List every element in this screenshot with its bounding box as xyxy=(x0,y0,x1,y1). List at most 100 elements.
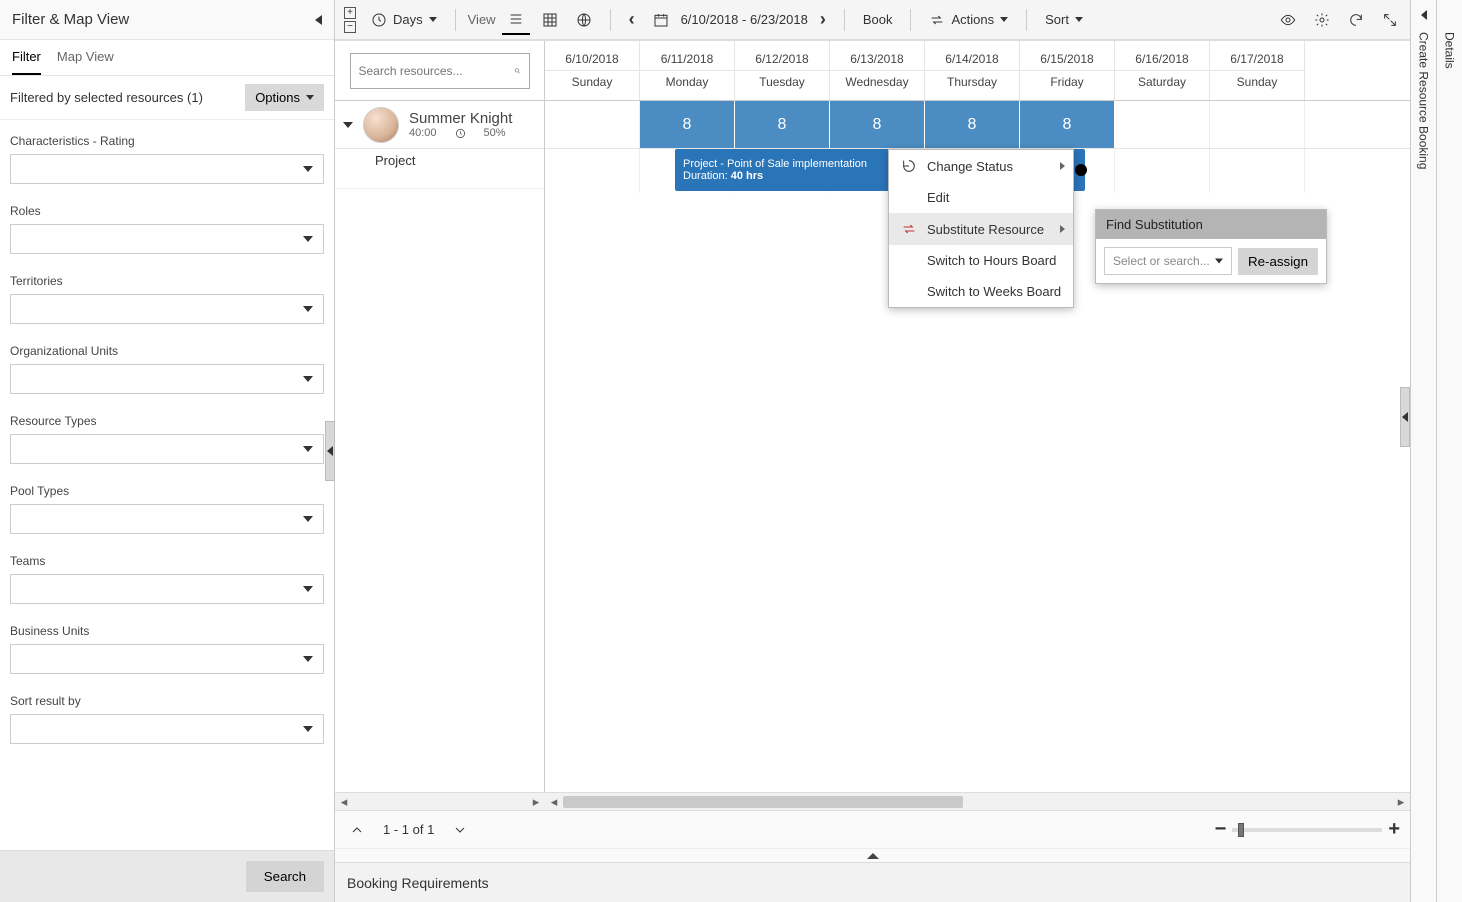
menu-switch-weeks[interactable]: Switch to Weeks Board xyxy=(889,276,1073,307)
schedule-board: Summer Knight 40:00 50% Project 6/10/201… xyxy=(335,40,1410,792)
dow: Saturday xyxy=(1115,70,1209,89)
view-list-button[interactable] xyxy=(502,5,530,35)
gear-icon xyxy=(1314,12,1330,28)
resource-row[interactable]: Summer Knight 40:00 50% xyxy=(335,101,544,149)
reassign-button[interactable]: Re-assign xyxy=(1238,248,1318,275)
book-label: Book xyxy=(863,12,893,27)
filter-label: Territories xyxy=(10,274,324,288)
date-header: 6/10/2018Sunday 6/11/2018Monday 6/12/201… xyxy=(545,41,1410,101)
dow: Monday xyxy=(640,70,734,89)
filter-select-business-units[interactable] xyxy=(10,644,324,674)
hours-cell[interactable] xyxy=(545,101,640,148)
date: 6/13/2018 xyxy=(850,52,903,66)
tab-filter[interactable]: Filter xyxy=(12,40,41,75)
scroll-left-icon[interactable]: ◂ xyxy=(335,793,353,811)
tab-map-view[interactable]: Map View xyxy=(57,40,114,75)
scroll-right-icon[interactable]: ▸ xyxy=(1392,793,1410,811)
visibility-button[interactable] xyxy=(1274,6,1302,34)
filter-select-pool-types[interactable] xyxy=(10,504,324,534)
search-resources-input[interactable] xyxy=(350,53,530,89)
dow: Thursday xyxy=(925,70,1019,89)
filter-select-characteristics[interactable] xyxy=(10,154,324,184)
expand-icon xyxy=(1382,12,1398,28)
collapse-all-icon: − xyxy=(344,21,356,33)
filter-select-roles[interactable] xyxy=(10,224,324,254)
filter-footer: Search xyxy=(0,850,334,902)
search-button[interactable]: Search xyxy=(246,861,324,892)
pager-prev[interactable] xyxy=(345,818,369,842)
menu-edit[interactable]: Edit xyxy=(889,182,1073,213)
hours-cell[interactable] xyxy=(1115,101,1210,148)
resource-search xyxy=(335,41,544,101)
expand-collapse-stack[interactable]: + − xyxy=(341,4,359,36)
fullscreen-button[interactable] xyxy=(1376,6,1404,34)
menu-switch-hours[interactable]: Switch to Hours Board xyxy=(889,245,1073,276)
resource-info: Summer Knight 40:00 50% xyxy=(409,110,512,139)
right-collapse-handle[interactable] xyxy=(1400,387,1410,447)
hours-cell[interactable]: 8 xyxy=(830,101,925,148)
bar-handle-icon[interactable] xyxy=(1075,164,1087,176)
details-rail[interactable]: Details xyxy=(1436,0,1462,902)
dow: Sunday xyxy=(545,70,639,89)
filter-select-territories[interactable] xyxy=(10,294,324,324)
zoom-out-button[interactable]: − xyxy=(1215,818,1227,841)
expand-all-icon: + xyxy=(344,7,356,19)
sort-button[interactable]: Sort xyxy=(1039,8,1089,31)
separator xyxy=(455,9,456,31)
chevron-left-icon xyxy=(1402,412,1408,422)
date: 6/15/2018 xyxy=(1040,52,1093,66)
caret-down-icon xyxy=(429,17,437,22)
date-range: 6/10/2018 - 6/23/2018 xyxy=(681,12,808,27)
hscroll-grid[interactable]: ◂ ▸ xyxy=(545,792,1410,810)
actions-button[interactable]: Actions xyxy=(923,8,1014,32)
booking-requirements-bar[interactable]: Booking Requirements xyxy=(335,862,1410,902)
collapse-left-icon[interactable] xyxy=(315,15,322,25)
globe-icon xyxy=(576,12,592,28)
filter-select-sort-result[interactable] xyxy=(10,714,324,744)
options-button[interactable]: Options xyxy=(245,84,324,111)
hscroll-resources[interactable]: ◂ ▸ xyxy=(335,792,545,810)
scroll-right-icon[interactable]: ▸ xyxy=(527,793,545,811)
refresh-button[interactable] xyxy=(1342,6,1370,34)
pager-text: 1 - 1 of 1 xyxy=(383,822,434,837)
hours-cell[interactable]: 8 xyxy=(735,101,830,148)
options-label: Options xyxy=(255,90,300,105)
date-next-button[interactable]: › xyxy=(814,3,832,36)
caret-down-icon xyxy=(1075,17,1083,22)
filter-label: Pool Types xyxy=(10,484,324,498)
zoom-handle[interactable] xyxy=(1238,823,1244,837)
filter-select-resource-types[interactable] xyxy=(10,434,324,464)
hours-cell[interactable]: 8 xyxy=(925,101,1020,148)
scroll-thumb[interactable] xyxy=(563,796,963,808)
date: 6/17/2018 xyxy=(1230,52,1283,66)
calendar-button[interactable] xyxy=(647,6,675,34)
time-scale-days[interactable]: Days xyxy=(365,8,443,32)
search-icon xyxy=(514,63,521,79)
filter-title: Filter & Map View xyxy=(12,11,129,28)
zoom-slider[interactable] xyxy=(1232,828,1382,832)
date-prev-button[interactable]: ‹ xyxy=(623,3,641,36)
bottom-expand-handle[interactable] xyxy=(335,848,1410,862)
substitution-combo[interactable]: Select or search... xyxy=(1104,247,1232,275)
left-collapse-handle[interactable] xyxy=(325,421,335,481)
pager-next[interactable] xyxy=(448,818,472,842)
expand-resource-icon[interactable] xyxy=(343,122,353,128)
filter-select-teams[interactable] xyxy=(10,574,324,604)
separator xyxy=(910,9,911,31)
hours-cell[interactable] xyxy=(1210,101,1305,148)
menu-change-status[interactable]: Change Status xyxy=(889,150,1073,182)
settings-button[interactable] xyxy=(1308,6,1336,34)
hours-cell[interactable]: 8 xyxy=(1020,101,1115,148)
view-globe-button[interactable] xyxy=(570,6,598,34)
view-grid-button[interactable] xyxy=(536,6,564,34)
book-button[interactable]: Book xyxy=(857,8,899,31)
menu-substitute-resource[interactable]: Substitute Resource xyxy=(889,213,1073,245)
search-input-field[interactable] xyxy=(359,64,514,78)
create-booking-rail[interactable]: Create Resource Booking xyxy=(1410,0,1436,902)
filter-select-org-units[interactable] xyxy=(10,364,324,394)
scroll-left-icon[interactable]: ◂ xyxy=(545,793,563,811)
project-label: Project xyxy=(375,153,415,168)
hours-cell[interactable]: 8 xyxy=(640,101,735,148)
filtered-by-text: Filtered by selected resources (1) xyxy=(10,90,203,105)
zoom-in-button[interactable]: + xyxy=(1388,818,1400,841)
